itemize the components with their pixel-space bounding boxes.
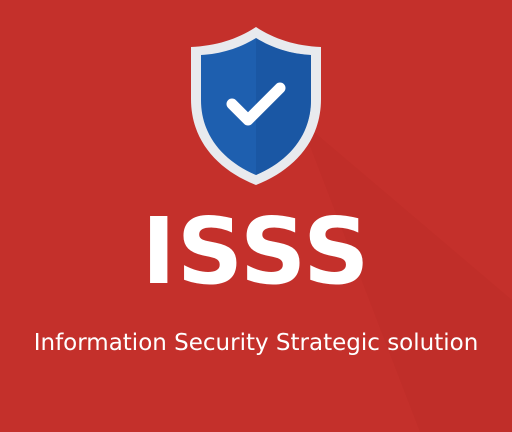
shield-check-icon [191, 27, 321, 185]
brand-title: ISSS [141, 198, 371, 305]
brand-tagline: Information Security Strategic solution [33, 330, 479, 356]
shield-logo [188, 25, 324, 187]
